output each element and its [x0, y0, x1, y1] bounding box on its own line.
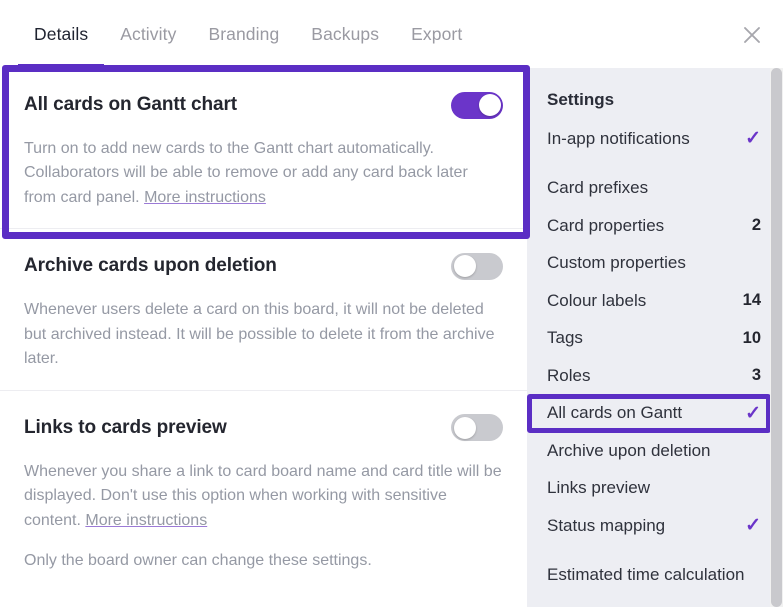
settings-content: All cards on Gantt chart Turn on to add … [0, 68, 527, 607]
sidebar-item-label: Links preview [547, 478, 650, 498]
section-title: All cards on Gantt chart [24, 94, 237, 115]
section-description: Whenever users delete a card on this boa… [24, 298, 502, 371]
sidebar-item-label: Tags [547, 328, 583, 348]
section-all-cards-on-gantt: All cards on Gantt chart Turn on to add … [0, 68, 527, 228]
sidebar-item-label: Custom properties [547, 253, 686, 273]
section-header: Archive cards upon deletion [24, 251, 503, 281]
sidebar-item-label: Estimated time calculation [547, 565, 745, 585]
toggle-links-preview[interactable] [451, 414, 503, 442]
toggle-knob [453, 416, 476, 439]
tab-activity[interactable]: Activity [104, 0, 192, 68]
tab-label: Details [34, 23, 89, 44]
tab-label: Branding [208, 23, 280, 44]
sidebar-item-all-cards-on-gantt[interactable]: All cards on Gantt ✓ [527, 395, 783, 433]
tab-details[interactable]: Details [18, 0, 105, 68]
sidebar-item-colour-labels[interactable]: Colour labels 14 [527, 282, 783, 320]
sidebar-item-roles[interactable]: Roles 3 [527, 357, 783, 395]
sidebar-item-card-prefixes[interactable]: Card prefixes [527, 170, 783, 208]
sidebar-item-label: Colour labels [547, 290, 647, 310]
sidebar-item-card-properties[interactable]: Card properties 2 [527, 207, 783, 245]
sidebar-item-links-preview[interactable]: Links preview [527, 470, 783, 508]
toggle-all-cards-on-gantt[interactable] [451, 91, 503, 119]
check-icon: ✓ [745, 515, 761, 537]
tab-export[interactable]: Export [395, 0, 478, 68]
toggle-knob [478, 94, 501, 116]
section-title: Archive cards upon deletion [24, 255, 277, 277]
settings-sidebar: Settings In-app notifications ✓ Card pre… [527, 68, 783, 607]
sidebar-item-count: 3 [751, 366, 761, 385]
tab-label: Backups [311, 23, 380, 44]
sidebar-item-in-app-notifications[interactable]: In-app notifications ✓ [527, 120, 783, 158]
close-icon [744, 27, 760, 43]
sidebar-item-archive-upon-deletion[interactable]: Archive upon deletion [527, 432, 783, 470]
more-instructions-link[interactable]: More instructions [144, 189, 266, 206]
sidebar-item-status-mapping[interactable]: Status mapping ✓ [527, 507, 783, 545]
section-header: Links to cards preview [24, 413, 503, 443]
sidebar-item-estimated-time-calculation[interactable]: Estimated time calculation [527, 557, 783, 595]
section-archive-cards-upon-deletion: Archive cards upon deletion Whenever use… [0, 228, 527, 389]
tab-branding[interactable]: Branding [192, 0, 295, 68]
description-text: Whenever users delete a card on this boa… [24, 301, 495, 368]
more-instructions-link[interactable]: More instructions [85, 512, 207, 529]
toggle-knob [453, 255, 476, 278]
sidebar-item-count: 2 [751, 216, 761, 235]
section-description: Whenever you share a link to card board … [24, 460, 502, 533]
sidebar-item-count: 14 [742, 291, 761, 310]
scrollbar-thumb[interactable] [771, 68, 782, 607]
section-header: All cards on Gantt chart [24, 90, 503, 120]
owner-note: Only the board owner can change these se… [24, 552, 372, 570]
sidebar-item-custom-properties[interactable]: Custom properties [527, 245, 783, 283]
tab-label: Activity [120, 23, 177, 44]
page-scrollbar[interactable] [770, 68, 783, 607]
sidebar-item-tags[interactable]: Tags 10 [527, 320, 783, 358]
check-icon: ✓ [745, 128, 761, 150]
sidebar-item-label: Roles [547, 365, 591, 385]
check-icon: ✓ [745, 402, 761, 424]
close-button[interactable] [737, 20, 767, 50]
tab-bar: Details Activity Branding Backups Export [0, 0, 783, 68]
sidebar-item-count: 10 [742, 328, 761, 347]
sidebar-item-label: Archive upon deletion [547, 440, 711, 460]
sidebar-list: In-app notifications ✓ Card prefixes Car… [527, 120, 783, 604]
sidebar-item-label: Card prefixes [547, 178, 649, 198]
sidebar-heading: Settings [547, 90, 615, 109]
section-title: Links to cards preview [24, 416, 227, 438]
toggle-archive-upon-deletion[interactable] [451, 252, 503, 280]
sidebar-item-label: Status mapping [547, 515, 666, 535]
sidebar-item-label: All cards on Gantt [547, 403, 683, 423]
sidebar-item-label: Card properties [547, 215, 665, 235]
tab-label: Export [411, 23, 463, 44]
tab-backups[interactable]: Backups [295, 0, 395, 68]
settings-dialog: Details Activity Branding Backups Export… [0, 0, 783, 607]
section-description: Turn on to add new cards to the Gantt ch… [24, 137, 502, 210]
sidebar-item-label: In-app notifications [547, 128, 690, 148]
section-links-to-cards-preview: Links to cards preview Whenever you shar… [0, 389, 527, 592]
